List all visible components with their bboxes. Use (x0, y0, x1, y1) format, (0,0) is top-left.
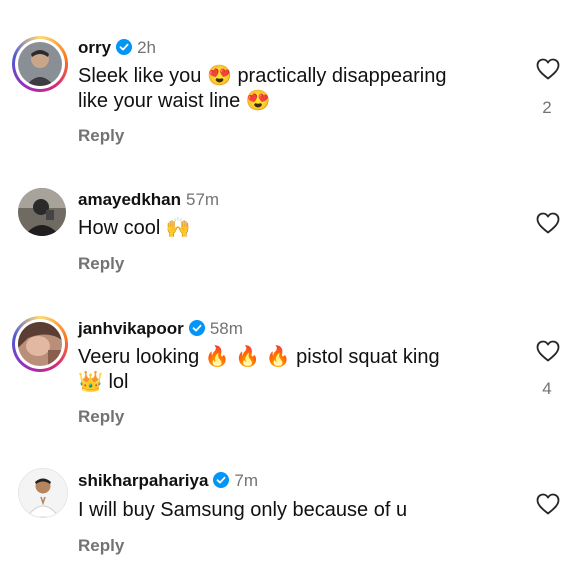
comment-meta: orry 2h (78, 38, 156, 58)
timestamp: 57m (186, 190, 220, 209)
comment-text-part: How cool (78, 217, 161, 239)
comment-meta: amayedkhan 57m (78, 190, 219, 210)
fire-emoji: 🔥 (204, 346, 230, 368)
username[interactable]: shikharpahariya (78, 471, 208, 490)
like-count: 2 (542, 98, 552, 117)
comment-meta: janhvikapoor 58m (78, 319, 243, 339)
avatar[interactable] (12, 465, 68, 521)
avatar[interactable] (12, 185, 68, 241)
raising-hands-emoji: 🙌 (165, 217, 191, 239)
timestamp: 7m (234, 471, 259, 490)
like-count: 4 (542, 379, 552, 398)
reply-button[interactable]: Reply (78, 126, 124, 146)
comment-meta: shikharpahariya 7m (78, 471, 258, 491)
comment-text-part: like your waist line (78, 90, 241, 112)
verified-badge-icon (188, 320, 205, 336)
heart-outline-icon[interactable] (536, 58, 560, 80)
comment-text-part: pistol squat king (296, 346, 440, 368)
comment-text-part: Veeru looking (78, 346, 200, 368)
heart-outline-icon[interactable] (536, 212, 560, 234)
avatar-image (18, 188, 66, 236)
avatar[interactable] (12, 316, 68, 372)
comment-text-part: Sleek like you (78, 65, 202, 87)
reply-button[interactable]: Reply (78, 407, 124, 427)
fire-emoji: 🔥 (235, 346, 261, 368)
comment-text: Sleek like you 😍 practically disappearin… (78, 64, 498, 114)
comment-text: How cool 🙌 (78, 216, 498, 241)
verified-badge-icon (213, 472, 230, 488)
comment-text: Veeru looking 🔥 🔥 🔥 pistol squat king 👑 … (78, 345, 498, 395)
heart-eyes-emoji: 😍 (245, 90, 271, 112)
username[interactable]: janhvikapoor (78, 319, 184, 338)
heart-outline-icon[interactable] (536, 493, 560, 515)
avatar-image (18, 42, 62, 86)
comment-text-part: I will buy Samsung only because of u (78, 499, 408, 521)
heart-eyes-emoji: 😍 (206, 65, 232, 87)
reply-button[interactable]: Reply (78, 254, 124, 274)
timestamp: 58m (209, 319, 243, 338)
username[interactable]: orry (78, 38, 111, 57)
heart-outline-icon[interactable] (536, 340, 560, 362)
timestamp: 2h (137, 38, 156, 57)
avatar-image (18, 322, 62, 366)
avatar[interactable] (12, 36, 68, 92)
verified-badge-icon (116, 39, 133, 55)
username[interactable]: amayedkhan (78, 190, 181, 209)
comment-text-part: lol (108, 371, 129, 393)
fire-emoji: 🔥 (265, 346, 291, 368)
avatar-image (18, 468, 68, 518)
comment-text: I will buy Samsung only because of u (78, 498, 498, 523)
comment-text-part: practically disappearing (237, 65, 447, 87)
crown-emoji: 👑 (78, 371, 103, 393)
reply-button[interactable]: Reply (78, 536, 124, 556)
